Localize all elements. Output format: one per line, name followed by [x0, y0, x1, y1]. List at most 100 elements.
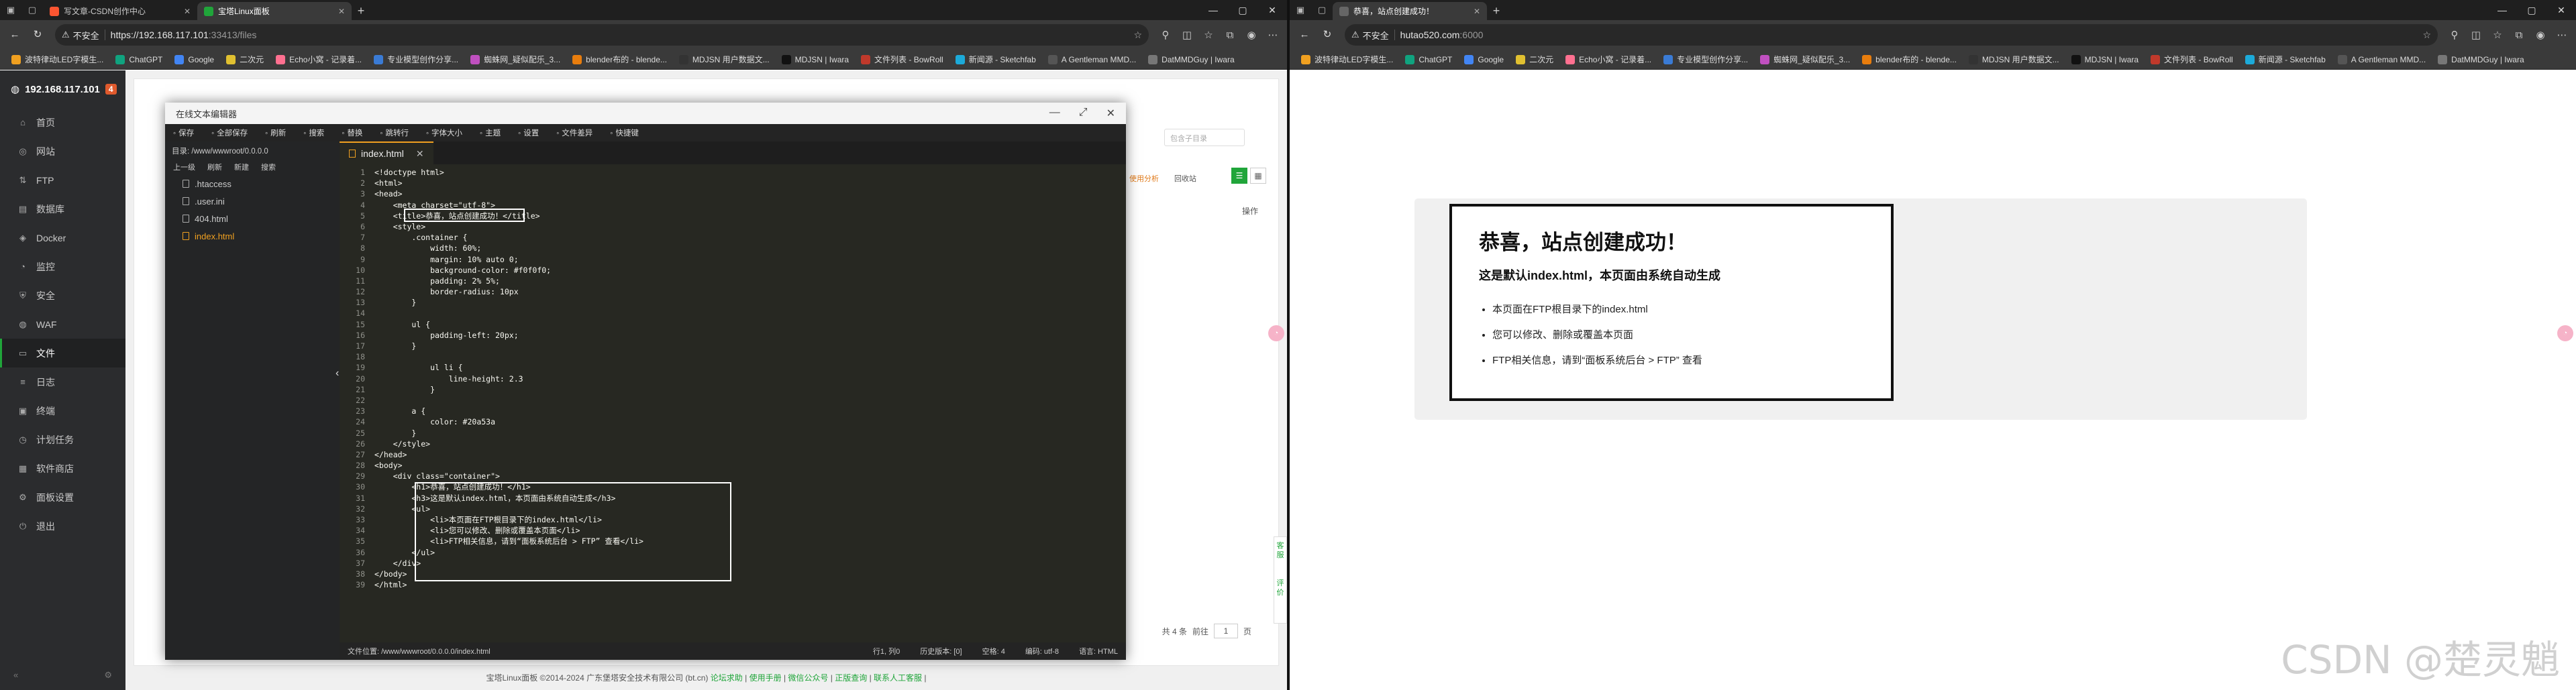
collapse-icon[interactable]: « [13, 670, 18, 681]
bookmark-item[interactable]: blender布的 - blende... [1857, 52, 1961, 67]
maximize-button[interactable]: ▢ [1228, 0, 1257, 20]
favorite-star-icon[interactable]: ☆ [1133, 30, 1142, 41]
code-line[interactable]: a { [374, 406, 1126, 416]
footer-link[interactable]: 论坛求助 [711, 673, 743, 683]
bookmark-item[interactable]: A Gentleman MMD... [2333, 53, 2430, 66]
bookmark-item[interactable]: 蜘蛛网_疑似配乐_3... [1755, 52, 1855, 67]
float-assistant-icon[interactable]: ◔ [2557, 325, 2573, 341]
code-area[interactable]: 1 2 3 4 5 6 7 8 9 10 11 12 13 14 15 16 17 18 19 20 21 22 23 24 2… [340, 164, 1126, 642]
tab-actions-icon[interactable]: ▣ [1292, 2, 1308, 18]
toolbar-button[interactable]: ◦ 保存 [173, 127, 194, 138]
close-icon[interactable]: ✕ [1106, 107, 1115, 120]
profile-icon[interactable]: ◉ [2532, 29, 2549, 41]
code-line[interactable]: line-height: 2.3 [374, 373, 1126, 384]
file-tree-item[interactable]: 404.html [165, 210, 340, 227]
bookmark-item[interactable]: A Gentleman MMD... [1043, 53, 1141, 66]
bookmark-item[interactable]: Echo小窝 - 记录着... [1561, 52, 1656, 67]
file-tree-item[interactable]: index.html [165, 227, 340, 245]
bookmark-item[interactable]: Google [1459, 53, 1508, 66]
help-widget[interactable]: 客服 评价 [1274, 536, 1287, 624]
tab-bt-panel[interactable]: 宝塔Linux面板 ✕ [197, 2, 352, 20]
code-line[interactable]: </html> [374, 579, 1126, 590]
recycle-bin-button[interactable]: 回收站 [1174, 173, 1196, 184]
address-bar[interactable]: ⚠ 不安全 hutao520.com:6000 ☆ [1345, 24, 2438, 46]
page-input[interactable]: 1 [1213, 624, 1238, 638]
more-icon[interactable]: ⋯ [1264, 29, 1282, 41]
collections-icon[interactable]: ▢ [1314, 2, 1330, 18]
sidebar-item[interactable]: ◍ WAF [0, 310, 125, 339]
maximize-button[interactable]: ▢ [2517, 0, 2546, 20]
tree-op-button[interactable]: 新建 [234, 162, 249, 172]
bookmark-item[interactable]: Echo小窝 - 记录着... [271, 52, 366, 67]
minimize-icon[interactable]: — [1049, 107, 1060, 120]
toolbar-button[interactable]: ◦ 刷新 [265, 127, 286, 138]
code-line[interactable] [374, 308, 1126, 319]
footer-link[interactable]: 正版查询 [835, 673, 867, 683]
code-line[interactable]: <head> [374, 188, 1126, 199]
toolbar-button[interactable]: ◦ 文件差异 [556, 127, 593, 138]
code-line[interactable]: <li>FTP相关信息，请到“面板系统后台 > FTP” 查看</li> [374, 536, 1126, 547]
bookmark-item[interactable]: ChatGPT [1400, 53, 1457, 66]
bookmark-item[interactable]: 二次元 [1511, 52, 1558, 67]
close-icon[interactable]: ✕ [184, 7, 191, 16]
bookmark-item[interactable]: 新闻源 - Sketchfab [951, 52, 1041, 67]
tree-op-button[interactable]: 搜索 [261, 162, 276, 172]
footer-link[interactable]: 联系人工客服 [874, 673, 922, 683]
code-lines[interactable]: <!doctype html> <html> <head> <meta charse… [374, 167, 1126, 590]
bookmark-item[interactable]: blender布的 - blende... [568, 52, 672, 67]
editor-tab[interactable]: index.html ✕ [340, 141, 433, 164]
bookmark-item[interactable]: MDJSN 用户数据文... [674, 52, 774, 67]
code-line[interactable]: margin: 10% auto 0; [374, 254, 1126, 265]
toolbar-button[interactable]: ◦ 替换 [342, 127, 362, 138]
code-line[interactable]: <li>您可以修改、删除或覆盖本页面</li> [374, 525, 1126, 536]
sidebar-item[interactable]: ⌂ 首页 [0, 108, 125, 137]
code-line[interactable]: width: 60%; [374, 243, 1126, 253]
bookmark-item[interactable]: DatMMDGuy | Iwara [1143, 53, 1239, 66]
code-line[interactable]: } [374, 297, 1126, 308]
address-bar[interactable]: ⚠ 不安全 https://192.168.117.101:33413/files… [55, 24, 1149, 46]
profile-icon[interactable]: ◉ [1243, 29, 1260, 41]
list-view-icon[interactable]: ☰ [1231, 168, 1247, 184]
notification-badge[interactable]: 4 [105, 84, 117, 95]
new-tab-button[interactable]: + [352, 2, 370, 20]
close-icon[interactable]: ✕ [416, 148, 424, 160]
toolbar-button[interactable]: ◦ 字体大小 [426, 127, 462, 138]
bookmark-item[interactable]: 二次元 [221, 52, 268, 67]
sidebar-item[interactable]: ▦ 软件商店 [0, 454, 125, 483]
code-line[interactable]: </head> [374, 449, 1126, 460]
bookmark-item[interactable]: 蜘蛛网_疑似配乐_3... [466, 52, 565, 67]
sidebar-item[interactable]: ▭ 文件 [0, 339, 125, 367]
bookmark-item[interactable]: 专业模型创作分享... [1659, 52, 1753, 67]
code-line[interactable]: <meta charset="utf-8"> [374, 200, 1126, 211]
close-icon[interactable]: ✕ [338, 7, 345, 16]
code-line[interactable]: </div> [374, 558, 1126, 569]
reload-button[interactable]: ↻ [1318, 25, 1337, 44]
bookmark-item[interactable]: 文件列表 - BowRoll [856, 52, 948, 67]
sidebar-item[interactable]: ⏻ 退出 [0, 512, 125, 540]
toolbar-button[interactable]: ◦ 搜索 [303, 127, 324, 138]
sidebar-item[interactable]: ◔ 监控 [0, 252, 125, 281]
code-line[interactable]: </body> [374, 569, 1126, 579]
code-line[interactable]: <h3>这是默认index.html，本页面由系统自动生成</h3> [374, 493, 1126, 504]
search-input[interactable]: 包含子目录 [1164, 129, 1245, 146]
window-close-button[interactable]: ✕ [1257, 0, 1287, 20]
bookmark-item[interactable]: 波特律动LED字模生... [7, 52, 108, 67]
close-icon[interactable]: ✕ [1474, 7, 1480, 16]
toolbar-button[interactable]: ◦ 主题 [480, 127, 501, 138]
sidebar-item[interactable]: ⇅ FTP [0, 166, 125, 194]
tab-actions-icon[interactable]: ▣ [3, 2, 19, 18]
toolbar-button[interactable]: ◦ 快捷键 [610, 127, 639, 138]
code-line[interactable]: .container { [374, 232, 1126, 243]
code-editor[interactable]: index.html ✕ 1 2 3 4 5 6 7 8 9 10 11 12 13 14 15 16 17 18 1… [340, 141, 1126, 660]
grid-view-icon[interactable]: ▦ [1250, 168, 1266, 184]
code-line[interactable]: <div class="container"> [374, 471, 1126, 481]
sidebar-item[interactable]: ◎ 网站 [0, 137, 125, 166]
footer-link[interactable]: 使用手册 [750, 673, 782, 683]
split-screen-icon[interactable]: ◫ [1178, 29, 1196, 41]
bookmark-item[interactable]: ChatGPT [111, 53, 167, 66]
bookmark-item[interactable]: DatMMDGuy | Iwara [2433, 53, 2528, 66]
sidebar-item[interactable]: ⚙ 面板设置 [0, 483, 125, 512]
code-line[interactable]: <style> [374, 221, 1126, 232]
bookmark-item[interactable]: MDJSN | Iwara [2067, 53, 2143, 66]
sidebar-item[interactable]: ▣ 终端 [0, 396, 125, 425]
